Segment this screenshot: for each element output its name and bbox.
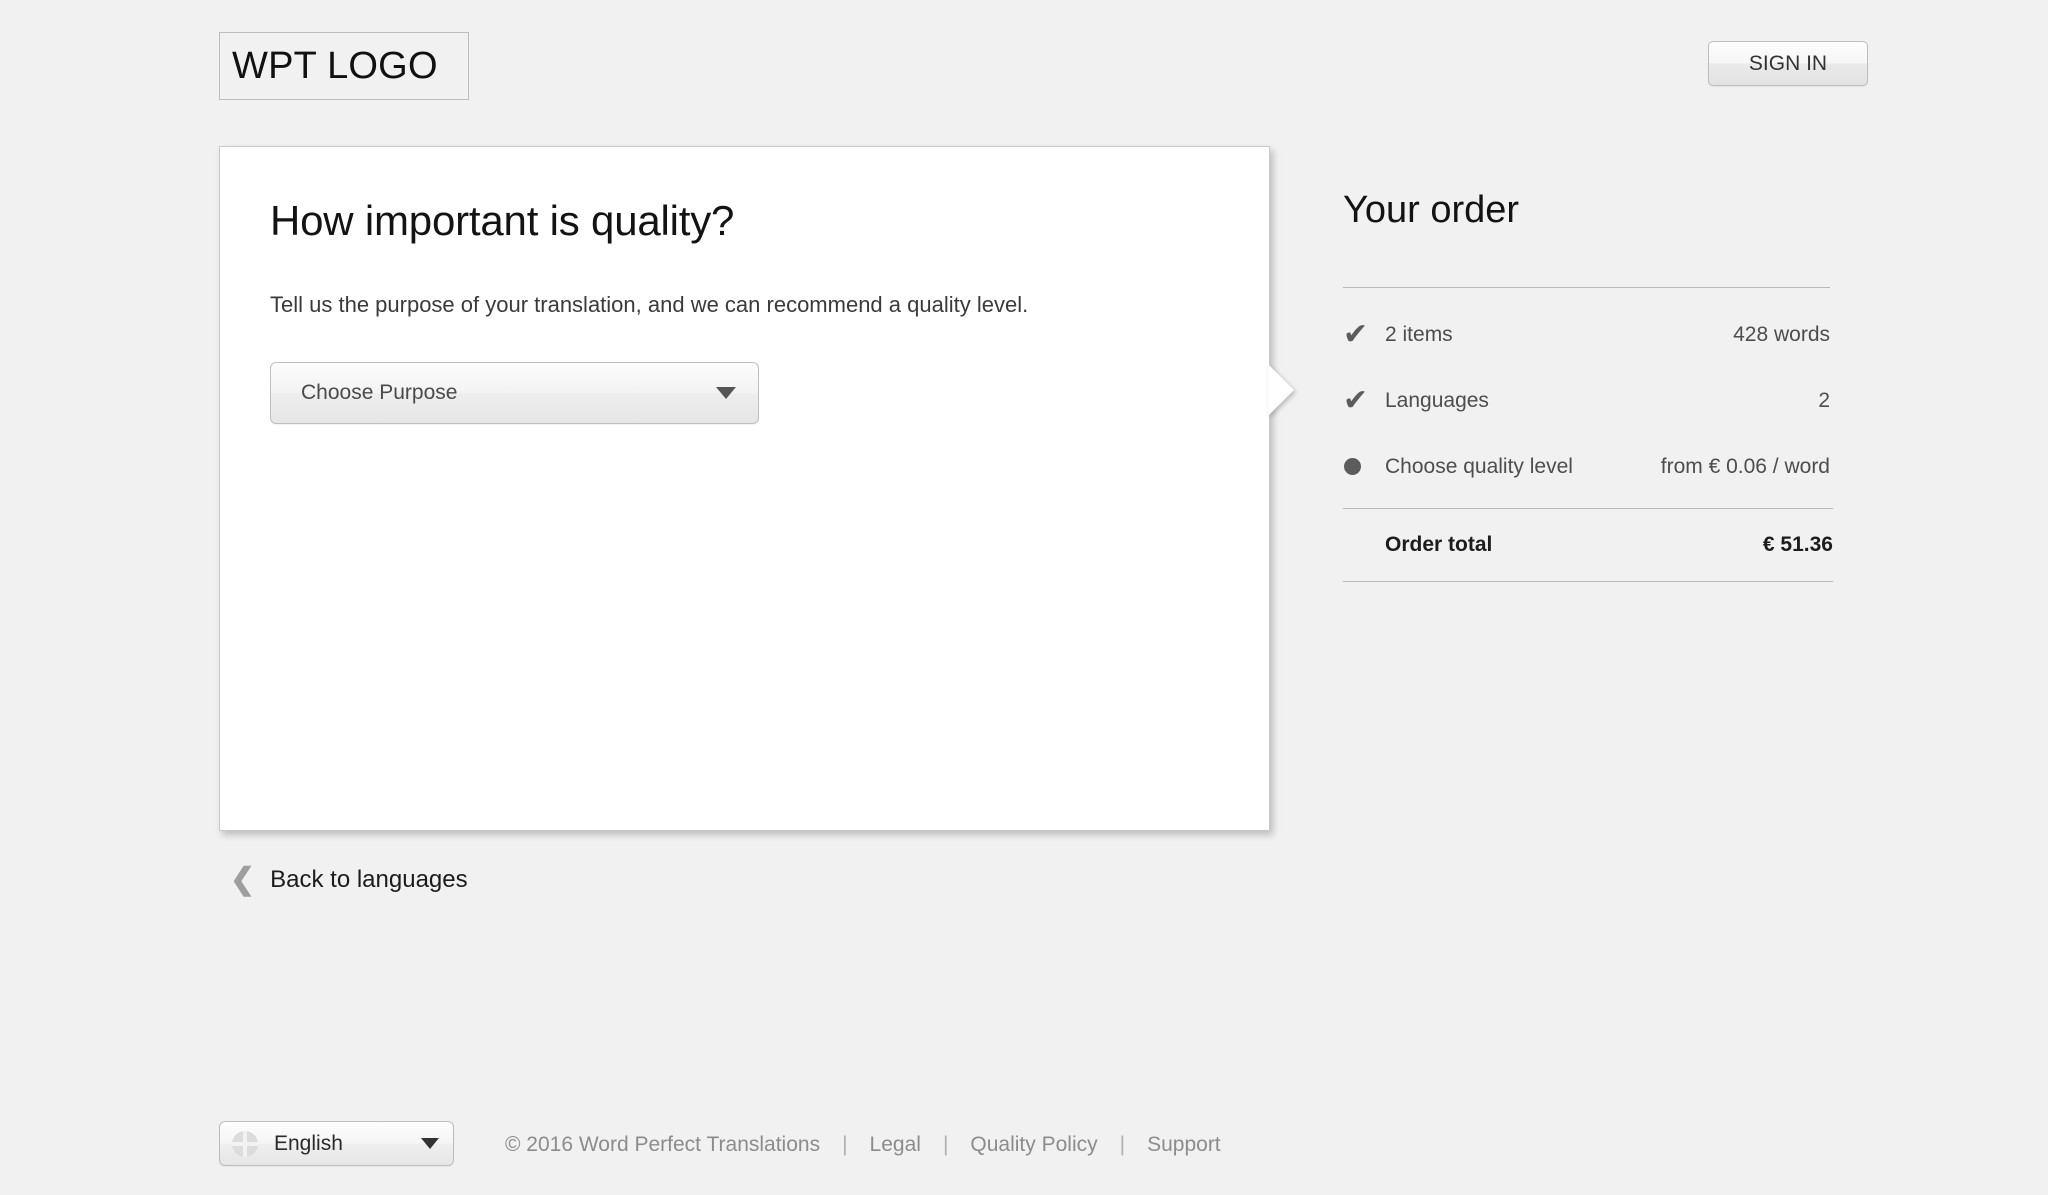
divider — [1343, 286, 1830, 288]
sign-in-button[interactable]: SIGN IN — [1708, 41, 1868, 86]
card-surface: How important is quality? Tell us the pu… — [219, 146, 1270, 831]
footer-separator: | — [1119, 1133, 1126, 1156]
card-pointer-arrow — [1268, 364, 1294, 416]
back-to-languages-label: Back to languages — [270, 866, 468, 893]
order-row-quality-level[interactable]: Choose quality level from € 0.06 / word — [1343, 434, 1830, 500]
order-row-label: 2 items — [1385, 322, 1453, 346]
footer-copyright: © 2016 Word Perfect Translations — [505, 1133, 821, 1156]
order-row-languages[interactable]: ✔ Languages 2 — [1343, 368, 1830, 434]
quality-step-card: How important is quality? Tell us the pu… — [219, 146, 1294, 831]
footer-separator: | — [942, 1133, 949, 1156]
choose-purpose-value: Choose Purpose — [301, 380, 458, 404]
bullet-dot-icon — [1343, 458, 1385, 476]
check-glyph: ✔ — [1343, 317, 1369, 351]
choose-purpose-select[interactable]: Choose Purpose — [270, 361, 759, 424]
order-summary-title: Your order — [1343, 189, 1520, 231]
footer-separator: | — [842, 1133, 848, 1156]
order-row-items[interactable]: ✔ 2 items 428 words — [1343, 302, 1830, 368]
order-row-value: from € 0.06 / word — [1660, 454, 1830, 478]
order-total-label: Order total — [1385, 532, 1493, 556]
logo[interactable]: WPT LOGO — [219, 32, 469, 100]
order-total-value: € 51.36 — [1762, 532, 1833, 556]
chevron-down-icon — [716, 386, 736, 399]
back-to-languages-link[interactable]: ❮ Back to languages — [230, 865, 468, 895]
check-glyph: ✔ — [1343, 383, 1369, 417]
globe-icon — [232, 1130, 258, 1157]
divider — [1343, 580, 1833, 582]
check-icon: ✔ — [1343, 383, 1385, 417]
check-icon: ✔ — [1343, 317, 1385, 351]
language-select-value: English — [274, 1131, 343, 1155]
footer-link-quality-policy[interactable]: Quality Policy — [970, 1133, 1097, 1157]
footer-link-legal[interactable]: Legal — [870, 1133, 921, 1157]
dot-glyph — [1344, 458, 1361, 476]
chevron-down-icon — [421, 1138, 439, 1149]
language-select[interactable]: English — [219, 1121, 454, 1166]
order-row-label: Choose quality level — [1385, 454, 1573, 478]
chevron-left-icon: ❮ — [230, 863, 256, 896]
page-title: How important is quality? — [270, 197, 735, 244]
page-footer: English © 2016 Word Perfect Translations… — [0, 1120, 2048, 1195]
order-total-row: Order total € 51.36 — [1343, 509, 1833, 581]
page-header: WPT LOGO SIGN IN — [0, 0, 2048, 150]
card-content: How important is quality? Tell us the pu… — [270, 197, 1229, 424]
order-row-value: 428 words — [1733, 322, 1830, 346]
order-summary-panel: Your order ✔ 2 items 428 words ✔ Languag… — [1343, 189, 1843, 582]
page-subtitle: Tell us the purpose of your translation,… — [270, 292, 1029, 318]
logo-text: WPT LOGO — [232, 45, 438, 87]
order-row-value: 2 — [1818, 388, 1830, 412]
sign-in-label: SIGN IN — [1748, 51, 1828, 75]
order-row-label: Languages — [1385, 388, 1489, 412]
footer-links: © 2016 Word Perfect Translations | Legal… — [505, 1133, 1221, 1157]
footer-link-support[interactable]: Support — [1147, 1133, 1221, 1157]
order-summary-rows: ✔ 2 items 428 words ✔ Languages 2 Choose… — [1343, 302, 1843, 500]
